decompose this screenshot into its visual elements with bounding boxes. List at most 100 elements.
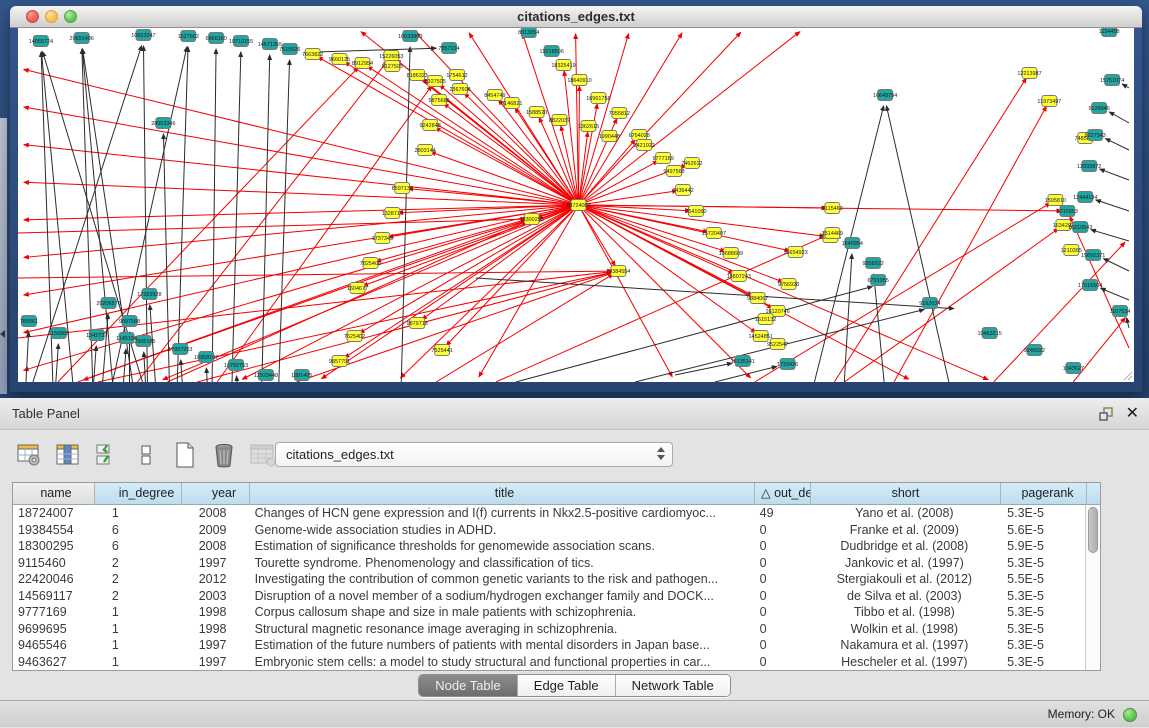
table-cell: Disruption of a novel member of a sodium… — [250, 588, 754, 605]
table-cell: de Silva et al. (2003) — [810, 588, 1000, 605]
table-row[interactable]: 1938455462009Genome-wide association stu… — [13, 522, 1085, 539]
graph-node-label: 1156865 — [48, 331, 69, 337]
table-row[interactable]: 1830029562008Estimation of significance … — [13, 538, 1085, 555]
graph-node-label: 1145194 — [116, 336, 137, 342]
column-header-year[interactable]: year — [182, 483, 250, 505]
graph-node-label: 12923448 — [254, 373, 278, 379]
table-cell: 22420046 — [13, 571, 95, 588]
memory-status-icon[interactable] — [1123, 708, 1137, 722]
table-cell: Hescheler et al. (1997) — [810, 654, 1000, 671]
graph-node-label: 9777169 — [652, 156, 673, 162]
table-mode-icon[interactable] — [16, 442, 42, 468]
graph-node-label: 7462612 — [681, 161, 702, 167]
memory-status-label: Memory: OK — [1048, 701, 1115, 728]
graph-node-label: 7625402 — [344, 334, 365, 340]
citation-network-graph[interactable]: 1872400776638229660125891295415226053812… — [18, 28, 1134, 382]
graph-node-label: 10719155 — [229, 39, 253, 45]
column-header-pagerank[interactable]: pagerank — [1001, 483, 1087, 505]
table-row[interactable]: 1872400712008Changes of HCN gene express… — [13, 505, 1085, 522]
rows-icon[interactable] — [133, 442, 159, 468]
graph-node-label: 7515526 — [279, 47, 300, 53]
table-row[interactable]: 2242004622012Investigating the contribut… — [13, 571, 1085, 588]
graph-node-label: 785061 — [20, 319, 38, 325]
table-cell: 5.3E-5 — [999, 621, 1085, 638]
table-row[interactable]: 946362711997Embryonic stem cells: a mode… — [13, 654, 1085, 671]
table-cell: Investigating the contribution of common… — [250, 571, 754, 588]
show-column-icon[interactable] — [55, 442, 81, 468]
table-row[interactable]: 1456911722003Disruption of a novel membe… — [13, 588, 1085, 605]
table-row[interactable]: 969969511998Structural magnetic resonanc… — [13, 621, 1085, 638]
graph-node-label: 1990448 — [599, 134, 620, 140]
vertical-scrollbar[interactable] — [1085, 505, 1100, 670]
graph-node-label: 19384554 — [606, 269, 630, 275]
graph-node-label: 18807243 — [727, 274, 751, 280]
collapse-arrow-icon[interactable] — [0, 330, 5, 338]
graph-node-label: 18640910 — [567, 78, 591, 84]
graph-node-label: 7663822 — [302, 52, 323, 58]
network-canvas[interactable]: 1872400776638229660125891295415226053812… — [18, 28, 1134, 382]
column-header-name[interactable]: name — [13, 483, 95, 505]
new-table-icon[interactable] — [172, 442, 198, 468]
graph-node-label: 1210365 — [1061, 248, 1082, 254]
tab-node-table[interactable]: Node Table — [419, 675, 518, 696]
graph-node-label: 17016504 — [1078, 283, 1102, 289]
network-window[interactable]: citations_edges.txt 18724007766382296601… — [10, 6, 1142, 392]
graph-node-label: 1342737 — [86, 333, 107, 339]
graph-node-label: 9146821 — [501, 101, 522, 107]
table-cell: 1 — [95, 654, 182, 671]
import-table-icon[interactable] — [250, 442, 276, 468]
table-cell: 1998 — [182, 604, 250, 621]
table-cell: 1 — [95, 637, 182, 654]
table-header-row: namein_degreeyeartitle△ out_de...shortpa… — [13, 483, 1100, 505]
column-header-short[interactable]: short — [811, 483, 1001, 505]
float-panel-icon[interactable] — [1099, 407, 1114, 422]
table-cell: 0 — [754, 604, 810, 621]
graph-node-label: 7955812 — [609, 111, 630, 117]
table-cell: 0 — [754, 637, 810, 654]
graph-node-label: 8822037 — [549, 118, 570, 124]
graph-node-label: 1640954 — [842, 241, 863, 247]
column-header-out_de[interactable]: △ out_de... — [755, 483, 811, 505]
table-cell: Embryonic stem cells: a model to study s… — [250, 654, 754, 671]
table-cell: Estimation of the future numbers of pati… — [250, 637, 754, 654]
close-panel-icon[interactable]: ✕ — [1126, 406, 1139, 422]
table-cell: 18300295 — [13, 538, 95, 555]
graph-node-label: 9227343 — [1085, 133, 1106, 139]
table-row[interactable]: 911546021997Tourette syndrome. Phenomeno… — [13, 555, 1085, 572]
table-selector-dropdown[interactable]: citations_edges.txt — [275, 442, 673, 467]
graph-node-label: 10653247 — [131, 33, 155, 39]
table-cell: 5.3E-5 — [999, 604, 1085, 621]
column-header-in_degree[interactable]: in_degree — [95, 483, 182, 505]
graph-node-label: 18325419 — [551, 63, 575, 69]
network-window-titlebar[interactable]: citations_edges.txt — [10, 6, 1142, 28]
graph-node-label: 1754612 — [446, 73, 467, 79]
table-cell: 0 — [754, 621, 810, 638]
graph-node-label: 9497568 — [663, 169, 684, 175]
tab-edge-table[interactable]: Edge Table — [518, 675, 616, 696]
graph-node-label: 9215953 — [1057, 209, 1078, 215]
tab-network-table[interactable]: Network Table — [616, 675, 730, 696]
table-cell: Nakamura et al. (1997) — [810, 637, 1000, 654]
graph-node-label: 9522547 — [767, 342, 788, 348]
table-row[interactable]: 977716911998Corpus callosum shape and si… — [13, 604, 1085, 621]
column-header-title[interactable]: title — [250, 483, 755, 505]
graph-node-label: 18300295 — [520, 217, 544, 223]
graph-node-label: 1595810 — [1045, 198, 1066, 204]
table-cell: 9115460 — [13, 555, 95, 572]
graph-node-label: 1154408 — [1099, 29, 1120, 35]
graph-node-label: 9756928 — [778, 282, 799, 288]
delete-icon[interactable] — [211, 442, 237, 468]
resize-grip-icon[interactable] — [1121, 369, 1133, 381]
graph-node-label: 5875685 — [428, 98, 449, 104]
table-cell: Structural magnetic resonance image aver… — [250, 621, 754, 638]
table-cell: 2 — [95, 588, 182, 605]
graph-node-label: 19218506 — [539, 49, 563, 55]
graph-node-label: 15720407 — [702, 231, 726, 237]
column-checklist-icon[interactable] — [94, 442, 120, 468]
table-row[interactable]: 946554611997Estimation of the future num… — [13, 637, 1085, 654]
table-cell: Changes of HCN gene expression and I(f) … — [250, 505, 754, 522]
graph-node-label: 15751074 — [1100, 78, 1124, 84]
graph-node-label: 14055724 — [29, 39, 53, 45]
scrollbar-thumb[interactable] — [1088, 507, 1098, 553]
graph-node-label: 9115460 — [822, 206, 843, 212]
